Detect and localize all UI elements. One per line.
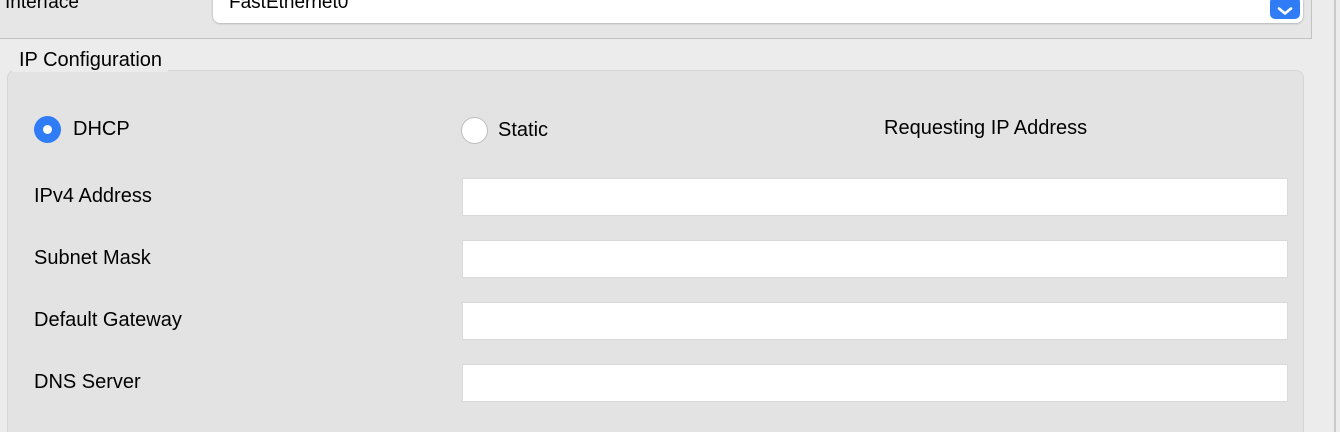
ipv4-address-label: IPv4 Address (34, 185, 152, 207)
interface-row: Interface FastEthernet0 (0, 0, 1312, 39)
subnet-mask-label: Subnet Mask (34, 247, 151, 269)
default-gateway-label: Default Gateway (34, 309, 182, 331)
ipv4-address-field[interactable] (462, 178, 1288, 216)
window-divider (1334, 0, 1336, 432)
subnet-mask-field[interactable] (462, 240, 1288, 278)
interface-select-value: FastEthernet0 (229, 0, 349, 13)
chevron-updown-icon[interactable] (1270, 0, 1300, 19)
interface-label: Interface (5, 0, 79, 13)
dns-server-label: DNS Server (34, 371, 141, 393)
dhcp-radio[interactable] (34, 116, 61, 143)
dhcp-status-text: Requesting IP Address (884, 117, 1088, 139)
radio-selected-dot (43, 125, 52, 134)
static-radio[interactable] (461, 117, 488, 144)
ip-configuration-title: IP Configuration (12, 48, 169, 72)
interface-select[interactable]: FastEthernet0 (213, 0, 1303, 23)
dhcp-label[interactable]: DHCP (73, 117, 130, 141)
static-label[interactable]: Static (498, 118, 548, 142)
dns-server-field[interactable] (462, 364, 1288, 402)
default-gateway-field[interactable] (462, 302, 1288, 340)
